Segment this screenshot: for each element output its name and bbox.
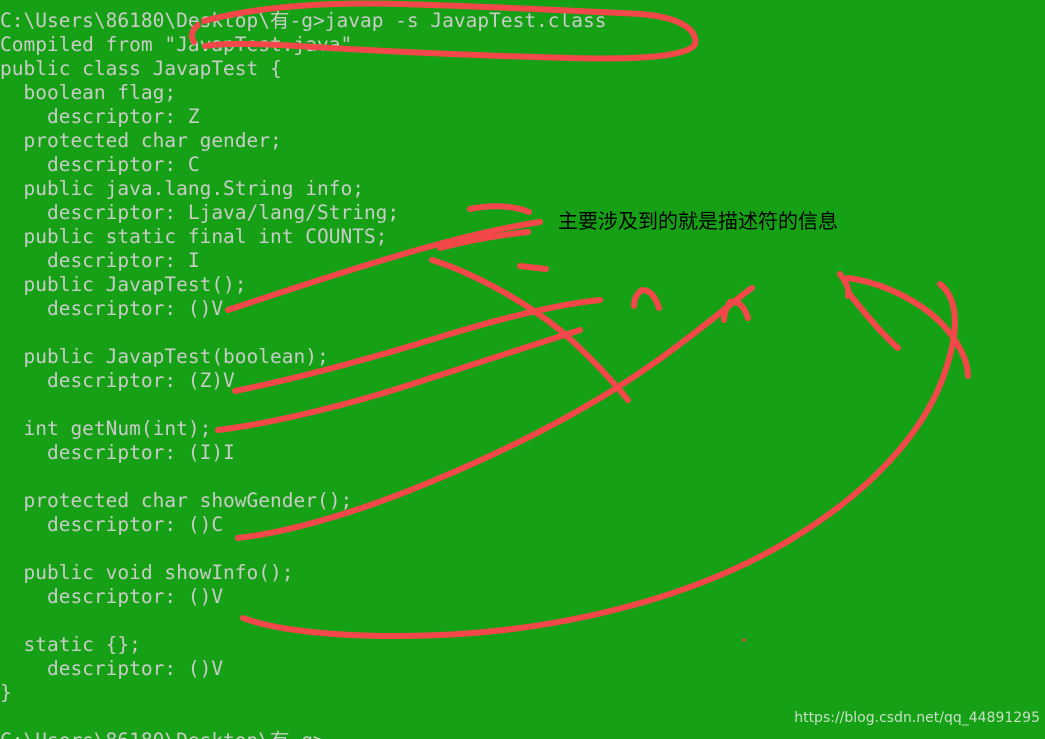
cmd-terminal-window[interactable]: C:\Users\86180\Desktop\有-g>javap -s Java… xyxy=(0,0,1045,739)
csdn-watermark: https://blog.csdn.net/qq_44891295 xyxy=(794,710,1040,726)
annotation-note-text: 主要涉及到的就是描述符的信息 xyxy=(558,209,838,233)
console-output-text: C:\Users\86180\Desktop\有-g>javap -s Java… xyxy=(0,9,607,739)
